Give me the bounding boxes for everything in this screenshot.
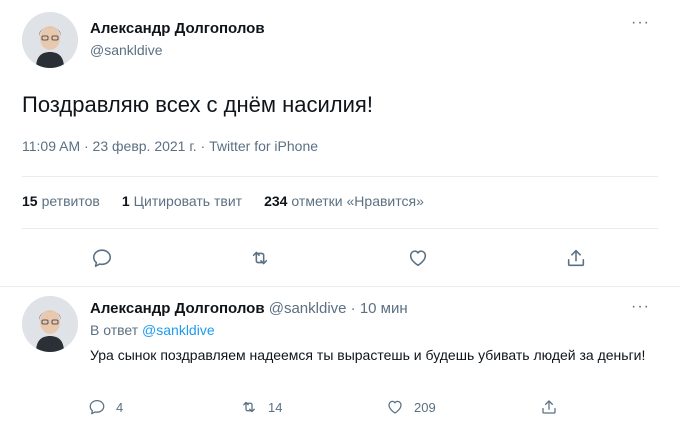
reply-to-handle[interactable]: @sankldive — [142, 322, 215, 338]
share-icon — [542, 400, 556, 414]
divider — [22, 228, 658, 229]
reply-to: В ответ @sankldive — [90, 322, 215, 338]
likes-label: отметки «Нравится» — [291, 193, 424, 209]
retweets-stat[interactable]: 15 ретвитов — [22, 193, 100, 209]
reply-more-options-icon[interactable]: ··· — [631, 298, 650, 316]
retweet-icon — [243, 401, 255, 413]
reply-handle-time[interactable]: @sankldive · 10 мин — [269, 300, 408, 317]
like-icon — [388, 400, 402, 414]
divider — [0, 286, 680, 287]
reply-like-button[interactable]: 209 — [386, 398, 436, 416]
reply-to-prefix: В ответ — [90, 322, 139, 338]
tweet-meta[interactable]: 11:09 AM · 23 февр. 2021 г. · Twitter fo… — [22, 138, 318, 154]
tweet-text: Поздравляю всех с днём насилия! — [22, 92, 373, 117]
main-tweet: Александр Долгополов @sankldive ··· Позд… — [0, 0, 680, 290]
like-icon[interactable] — [404, 244, 432, 272]
reply-share-button[interactable] — [540, 398, 568, 416]
reply-retweet-button[interactable]: 14 — [240, 398, 282, 416]
likes-stat[interactable]: 234 отметки «Нравится» — [264, 193, 424, 209]
reply-author-name[interactable]: Александр Долгополов — [90, 300, 265, 317]
divider — [22, 176, 658, 177]
retweets-label: ретвитов — [41, 193, 100, 209]
retweets-count: 15 — [22, 193, 38, 209]
reply-icon — [89, 399, 105, 415]
quotes-stat[interactable]: 1 Цитировать твит — [122, 193, 242, 209]
reply-count: 4 — [116, 399, 124, 415]
quotes-label: Цитировать твит — [133, 193, 243, 209]
retweet-icon[interactable] — [246, 244, 274, 272]
likes-count: 234 — [264, 193, 288, 209]
quotes-count: 1 — [121, 193, 130, 209]
author-handle[interactable]: @sankldive — [90, 42, 163, 58]
reply-icon[interactable] — [88, 244, 116, 272]
retweet-count: 14 — [268, 399, 283, 415]
reply-reply-button[interactable]: 4 — [88, 398, 123, 416]
tweet-stats: 15 ретвитов 1 Цитировать твит 234 отметки «… — [22, 193, 446, 209]
more-options-icon[interactable]: ··· — [631, 14, 650, 32]
reply-avatar[interactable] — [22, 296, 78, 352]
share-icon[interactable] — [562, 244, 590, 272]
avatar[interactable] — [22, 12, 78, 68]
reply-header: Александр Долгополов @sankldive · 10 мин — [90, 300, 408, 317]
author-name[interactable]: Александр Долгополов — [90, 20, 265, 37]
reply-text: Ура сынок поздравляем надеемся ты выраст… — [90, 347, 646, 363]
like-count: 209 — [414, 399, 436, 415]
